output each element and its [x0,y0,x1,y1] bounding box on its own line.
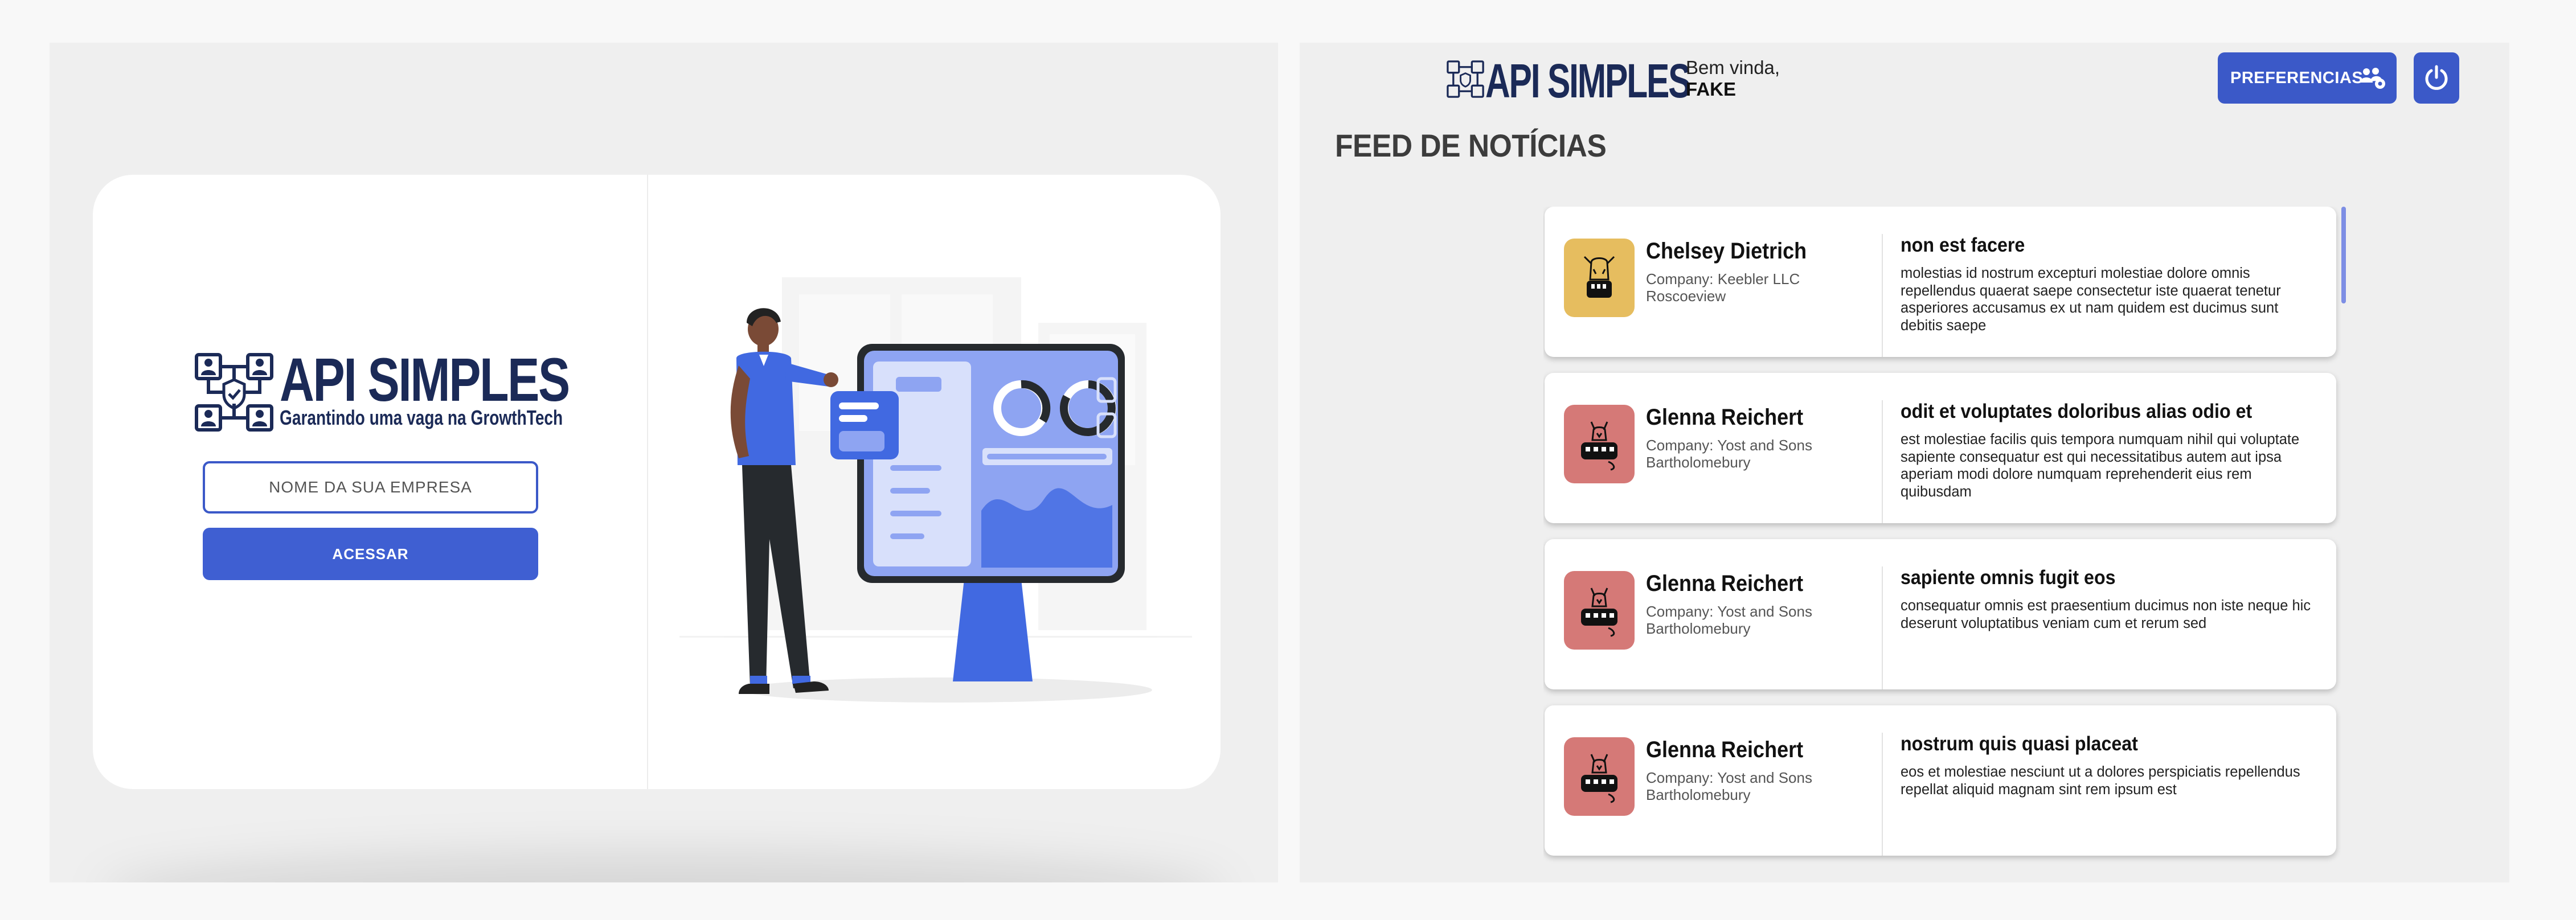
preferences-label: PREFERENCIAS [2230,68,2364,87]
post-card[interactable]: Glenna Reichert Company: Yost and Sons B… [1545,705,2336,856]
post-author: Glenna Reichert [1646,571,1804,596]
network-shield-icon [195,353,273,432]
post-title: nostrum quis quasi placeat [1901,733,2138,755]
post-title: odit et voluptates doloribus alias odio … [1901,400,2253,422]
post-divider [1882,234,1883,357]
card-divider [647,175,648,789]
greeting-text: Bem vinda, [1686,57,1780,78]
app-logo: API SIMPLES Garantindo uma vaga na Growt… [194,349,570,437]
monster-avatar-icon [1581,754,1617,803]
post-divider [1882,566,1883,689]
logout-button[interactable] [2414,52,2459,104]
feed-screen: API SIMPLES Bem vinda, FAKE PREFERENCIAS… [1300,43,2509,882]
logo-subtitle: Garantindo uma vaga na GrowthTech [280,406,563,429]
post-author: Glenna Reichert [1646,737,1804,762]
post-city: Bartholomebury [1646,786,1751,804]
post-company: Company: Yost and Sons [1646,769,1812,786]
company-name-input[interactable] [203,461,538,514]
post-company: Company: Yost and Sons [1646,437,1812,454]
post-body: est molestiae facilis quis tempora numqu… [1901,432,2300,500]
post-author: Chelsey Dietrich [1646,239,1807,264]
post-company: Company: Keebler LLC [1646,270,1800,288]
login-card: API SIMPLES Garantindo uma vaga na Growt… [93,175,1221,789]
header-logo: API SIMPLES [1447,57,1692,105]
dashboard-illustration [679,277,1192,703]
card-shadow [101,854,1227,882]
post-title: sapiente omnis fugit eos [1901,566,2116,589]
monster-avatar-icon [1581,588,1617,637]
post-body: consequatur omnis est praesentium ducimu… [1901,598,2311,631]
feed-scrollbar[interactable] [2341,207,2346,303]
news-feed-list[interactable]: Chelsey Dietrich Company: Keebler LLC Ro… [1543,207,2341,882]
post-card[interactable]: Glenna Reichert Company: Yost and Sons B… [1545,373,2336,523]
power-icon [2425,65,2448,90]
avatar [1564,737,1635,816]
post-title: non est facere [1901,234,2025,256]
preferences-button[interactable]: PREFERENCIAS [2218,52,2397,104]
greeting: Bem vinda, FAKE [1686,57,1780,100]
post-card[interactable]: Chelsey Dietrich Company: Keebler LLC Ro… [1545,207,2336,357]
post-body: molestias id nostrum excepturi molestiae… [1901,265,2281,334]
post-company: Company: Yost and Sons [1646,603,1812,620]
access-button[interactable]: ACESSAR [203,528,538,580]
post-card[interactable]: Glenna Reichert Company: Yost and Sons B… [1545,539,2336,689]
monster-avatar-icon [1583,256,1615,298]
network-shield-icon [1447,60,1484,98]
post-city: Roscoeview [1646,288,1726,305]
post-author: Glenna Reichert [1646,405,1804,430]
monster-avatar-icon [1581,421,1617,471]
avatar [1564,571,1635,650]
header-logo-title: API SIMPLES [1485,54,1692,108]
login-screen: API SIMPLES Garantindo uma vaga na Growt… [50,43,1278,882]
feed-title: FEED DE NOTÍCIAS [1335,128,1607,163]
post-city: Bartholomebury [1646,454,1751,471]
post-company-info: Company: Yost and Sons Bartholomebury [1646,769,1862,803]
user-name: FAKE [1686,78,1737,100]
avatar [1564,239,1635,317]
post-city: Bartholomebury [1646,620,1751,638]
avatar [1564,405,1635,483]
post-company-info: Company: Yost and Sons Bartholomebury [1646,603,1862,637]
post-body: eos et molestiae nesciunt ut a dolores p… [1901,764,2300,798]
users-cog-icon [2360,68,2385,89]
post-company-info: Company: Yost and Sons Bartholomebury [1646,437,1862,471]
post-company-info: Company: Keebler LLC Roscoeview [1646,270,1862,305]
post-divider [1882,733,1883,856]
post-divider [1882,400,1883,523]
logo-title: API SIMPLES [280,345,570,414]
